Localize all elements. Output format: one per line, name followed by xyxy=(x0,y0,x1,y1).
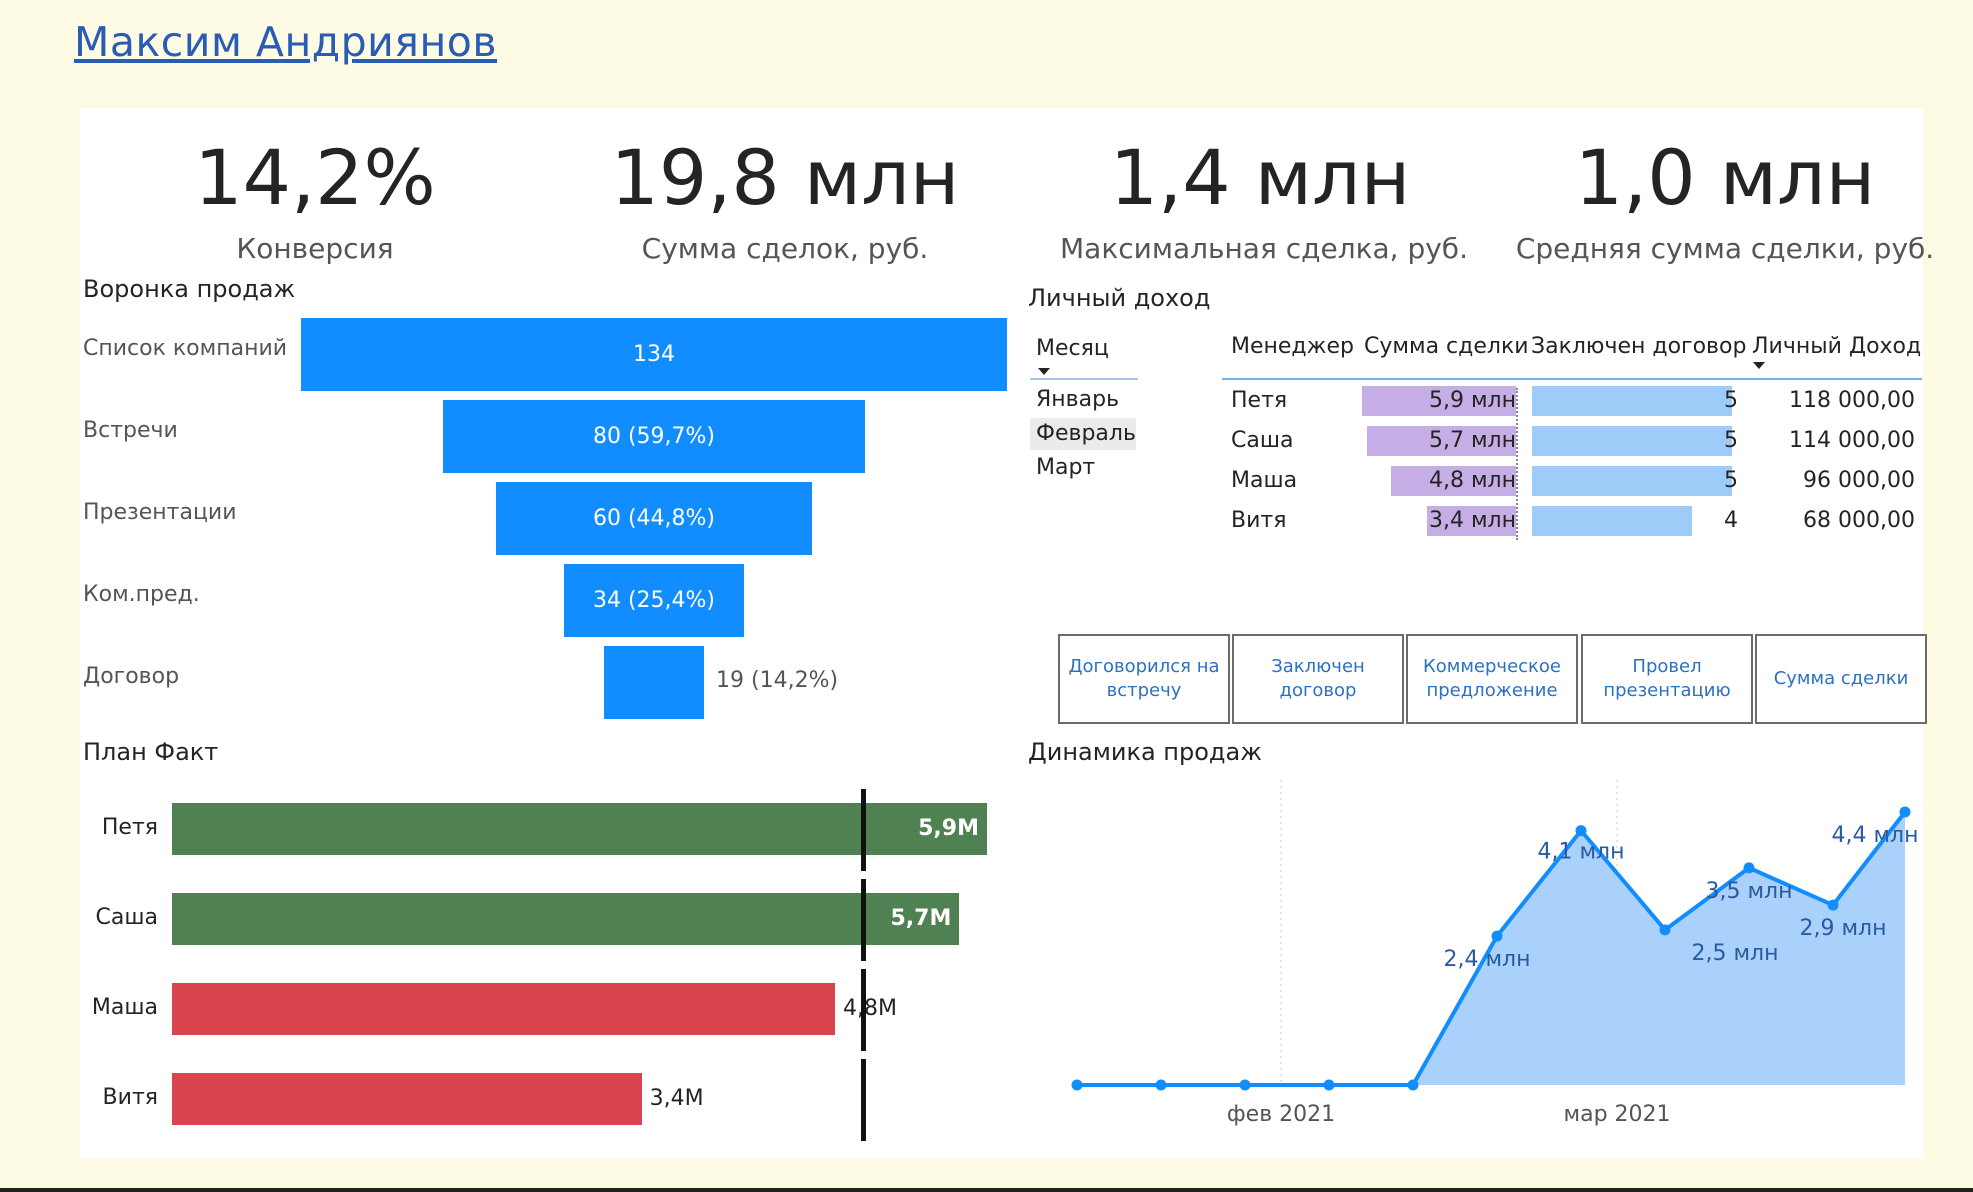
dynamics-title: Динамика продаж xyxy=(1028,738,1262,766)
kpi-label: Сумма сделок, руб. xyxy=(641,232,929,265)
kpi-max-deal: 1,4 млн Максимальная сделка, руб. xyxy=(1060,133,1468,266)
kpi-value: 1,0 млн xyxy=(1574,133,1876,222)
funnel-bar-label: 134 xyxy=(633,342,675,367)
author-link[interactable]: Максим Андриянов xyxy=(74,18,497,66)
table-cell-manager: Витя xyxy=(1231,508,1287,533)
planfact-value-label: 5,7M xyxy=(890,906,952,931)
kpi-label: Средняя сумма сделки, руб. xyxy=(1515,232,1935,265)
slicer-divider xyxy=(1030,378,1138,380)
planfact-value-label: 5,9M xyxy=(918,816,979,841)
table-cell-deals: 4 xyxy=(1724,508,1738,533)
planfact-bar[interactable] xyxy=(172,893,960,945)
slicer-item[interactable]: Март xyxy=(1030,452,1136,484)
planfact-value-label: 3,4M xyxy=(649,1086,704,1111)
planfact-bar[interactable] xyxy=(172,983,836,1035)
table-cell-manager: Саша xyxy=(1231,428,1294,453)
planfact-manager-label: Маша xyxy=(91,995,158,1020)
planfact-target-marker xyxy=(860,879,866,961)
table-cell-manager: Маша xyxy=(1231,468,1298,493)
table-cell-deals: 5 xyxy=(1724,468,1738,493)
slicer-item[interactable]: Февраль xyxy=(1030,418,1136,450)
metric-button[interactable]: Провел презентацию xyxy=(1581,634,1753,724)
table-cell-income: 114 000,00 xyxy=(1789,428,1915,453)
table-cell-deals: 5 xyxy=(1724,428,1738,453)
table-cell-sum: 5,7 млн xyxy=(1428,428,1516,453)
funnel-stage-label: Список компаний xyxy=(83,336,288,361)
table-cell-income: 68 000,00 xyxy=(1803,508,1915,533)
metric-button[interactable]: Коммерческое предложение xyxy=(1406,634,1578,724)
bottom-border xyxy=(0,1188,1973,1192)
table-header-divider xyxy=(1222,378,1922,380)
slicer-item[interactable]: Январь xyxy=(1030,384,1136,416)
planfact-title: План Факт xyxy=(83,738,219,766)
planfact-target-marker xyxy=(860,789,866,871)
kpi-value: 14,2% xyxy=(194,133,436,222)
funnel-stage-label: Встречи xyxy=(83,418,178,443)
kpi-label: Конверсия xyxy=(236,232,394,265)
planfact-bar[interactable] xyxy=(172,1073,642,1125)
funnel-bar-label: 60 (44,8%) xyxy=(592,506,716,531)
income-title: Личный доход xyxy=(1028,284,1211,312)
kpi-value: 19,8 млн xyxy=(610,133,960,222)
planfact-manager-label: Саша xyxy=(95,905,158,930)
planfact-target-marker xyxy=(860,969,866,1051)
month-slicer-title: Месяц xyxy=(1036,336,1109,361)
deals-databar xyxy=(1532,386,1732,416)
sort-desc-icon[interactable] xyxy=(1753,362,1765,369)
metric-button[interactable]: Сумма сделки xyxy=(1755,634,1927,724)
metric-button[interactable]: Заключен договор xyxy=(1232,634,1404,724)
metric-button[interactable]: Договорился на встречу xyxy=(1058,634,1230,724)
deals-databar xyxy=(1532,426,1732,456)
funnel-stage-label: Договор xyxy=(83,664,180,689)
funnel-bar[interactable]: 34 (25,4%) xyxy=(564,564,744,637)
table-cell-sum: 4,8 млн xyxy=(1428,468,1516,493)
sort-caret-icon[interactable] xyxy=(1038,368,1050,375)
col-header-sum[interactable]: Сумма сделки xyxy=(1364,334,1529,359)
planfact-manager-label: Витя xyxy=(102,1085,158,1110)
col-header-manager[interactable]: Менеджер xyxy=(1231,334,1354,359)
planfact-target-marker xyxy=(860,1059,866,1141)
table-cell-sum: 3,4 млн xyxy=(1428,508,1516,533)
table-cell-manager: Петя xyxy=(1231,388,1288,413)
kpi-label: Максимальная сделка, руб. xyxy=(1060,232,1468,265)
funnel-bar-label: 34 (25,4%) xyxy=(592,588,715,613)
funnel-bar[interactable]: 134 xyxy=(301,318,1007,391)
kpi-value: 1,4 млн xyxy=(1109,133,1411,222)
kpi-conversion: 14,2% Конверсия xyxy=(160,133,470,266)
col-header-deals[interactable]: Заключен договор xyxy=(1531,334,1746,359)
table-cell-sum: 5,9 млн xyxy=(1428,388,1516,413)
col-header-income[interactable]: Личный Доход xyxy=(1752,334,1921,359)
deals-databar xyxy=(1532,466,1732,496)
funnel-title: Воронка продаж xyxy=(83,275,296,303)
planfact-value-label: 4,8M xyxy=(843,996,898,1021)
planfact-manager-label: Петя xyxy=(101,815,158,840)
funnel-bar-label: 80 (59,7%) xyxy=(592,424,716,449)
column-separator xyxy=(1516,388,1518,540)
kpi-avg-deal: 1,0 млн Средняя сумма сделки, руб. xyxy=(1510,133,1940,266)
deals-databar xyxy=(1532,506,1692,536)
table-cell-income: 96 000,00 xyxy=(1803,468,1915,493)
funnel-bar-label: 19 (14,2%) xyxy=(716,668,839,693)
table-cell-deals: 5 xyxy=(1724,388,1738,413)
funnel-bar[interactable]: 80 (59,7%) xyxy=(443,400,865,473)
kpi-total-deals: 19,8 млн Сумма сделок, руб. xyxy=(590,133,980,266)
funnel-stage-label: Ком.пред. xyxy=(83,582,200,607)
funnel-bar[interactable] xyxy=(603,646,705,719)
funnel-stage-label: Презентации xyxy=(83,500,237,525)
funnel-bar[interactable]: 60 (44,8%) xyxy=(495,482,813,555)
table-cell-income: 118 000,00 xyxy=(1789,388,1915,413)
